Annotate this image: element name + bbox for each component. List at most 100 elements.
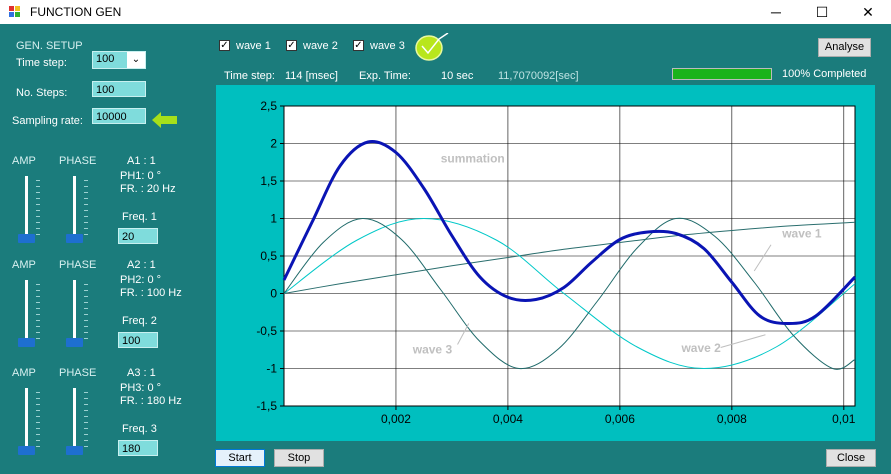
wave2-checkbox[interactable]: ✓ [286, 40, 297, 51]
y-tick-label: -1,5 [256, 399, 277, 413]
status-time-step-label: Time step: [224, 70, 275, 82]
phase-slider-tick [84, 440, 88, 441]
amp-slider-tick [36, 180, 40, 181]
phase-label: PHASE [59, 259, 97, 271]
phase-slider-tick [84, 228, 88, 229]
amp-slider-tick [36, 398, 40, 399]
wave1-checkbox[interactable]: ✓ [219, 40, 230, 51]
time-step-selected-value: 100 [96, 53, 115, 65]
phase-slider-track[interactable] [73, 176, 76, 242]
phase-slider-tick [84, 290, 88, 291]
phase-label: PHASE [59, 367, 97, 379]
title-bar: FUNCTION GEN ─ ☐ ✕ [0, 0, 891, 24]
phase-slider-tick [84, 210, 88, 211]
x-tick-label: 0,002 [381, 412, 411, 426]
amp-label: AMP [12, 155, 36, 167]
x-tick-label: 0,01 [832, 412, 856, 426]
freq-input[interactable]: 180 [118, 440, 158, 456]
phase-slider-tick [84, 416, 88, 417]
stop-button[interactable]: Stop [274, 449, 324, 467]
minimize-button[interactable]: ─ [753, 0, 799, 24]
x-tick-label: 0,008 [717, 412, 747, 426]
sampling-rate-input[interactable]: 10000 [92, 108, 146, 124]
amp-slider-tick [36, 222, 40, 223]
amp-slider-tick [36, 410, 40, 411]
phase-slider-tick [84, 302, 88, 303]
amp-slider-tick [36, 290, 40, 291]
amp-slider-tick [36, 320, 40, 321]
frequency-text: FR. : 180 Hz [120, 395, 182, 407]
wave3-label[interactable]: wave 3 [370, 40, 405, 52]
y-tick-label: -1 [266, 362, 277, 376]
amp-slider-tick [36, 314, 40, 315]
phase-slider-tick [84, 392, 88, 393]
amp-slider-tick [36, 210, 40, 211]
chevron-down-icon[interactable]: ⌄ [127, 52, 145, 68]
phase-slider-tick [84, 216, 88, 217]
analyse-button[interactable]: Analyse [818, 38, 871, 57]
waveform-chart: 2,5 2 1,5 1 0,5 0 -0,5 -1 -1,5 0,002 0,004 0,006 0,0… [256, 99, 857, 426]
generator-setup-panel: GEN. SETUP Time step: 100 ⌄ No. Steps: 1… [0, 24, 211, 474]
phase-text: PH3: 0 ° [120, 382, 162, 394]
amp-slider-thumb[interactable] [18, 338, 35, 347]
freq-input[interactable]: 100 [118, 332, 158, 348]
freq-input[interactable]: 20 [118, 228, 158, 244]
amp-slider-tick [36, 198, 40, 199]
amp-slider-track[interactable] [25, 388, 28, 454]
phase-slider-tick [84, 192, 88, 193]
phase-slider-tick [84, 332, 88, 333]
phase-slider-thumb[interactable] [66, 234, 83, 243]
phase-slider-thumb[interactable] [66, 446, 83, 455]
amp-slider-track[interactable] [25, 280, 28, 346]
amp-slider-tick [36, 326, 40, 327]
close-window-button[interactable]: ✕ [845, 0, 891, 24]
time-step-select[interactable]: 100 ⌄ [92, 51, 146, 69]
elapsed-time-value: 11,7070092[sec] [498, 70, 579, 82]
amp-slider-tick [36, 332, 40, 333]
phase-slider-tick [84, 284, 88, 285]
phase-slider-tick [84, 446, 88, 447]
steps-label: No. Steps: [16, 87, 68, 99]
phase-slider-tick [84, 314, 88, 315]
phase-text: PH2: 0 ° [120, 274, 162, 286]
frequency-text: FR. : 100 Hz [120, 287, 182, 299]
status-indicator-icon [415, 33, 449, 61]
phase-slider-tick [84, 326, 88, 327]
window-title: FUNCTION GEN [30, 5, 122, 19]
y-tick-label: 0 [270, 287, 277, 301]
amp-slider-thumb[interactable] [18, 446, 35, 455]
time-step-label: Time step: [16, 57, 67, 69]
amp-slider-tick [36, 422, 40, 423]
amp-label: AMP [12, 367, 36, 379]
start-button[interactable]: Start [215, 449, 265, 467]
phase-slider-track[interactable] [73, 280, 76, 346]
phase-slider-tick [84, 234, 88, 235]
amp-slider-tick [36, 338, 40, 339]
amp-slider-tick [36, 186, 40, 187]
amp-slider-tick [36, 302, 40, 303]
phase-slider-tick [84, 204, 88, 205]
phase-label: PHASE [59, 155, 97, 167]
steps-input[interactable]: 100 [92, 81, 146, 97]
frequency-text: FR. : 20 Hz [120, 183, 176, 195]
wave1-label[interactable]: wave 1 [236, 40, 271, 52]
amp-slider-tick [36, 216, 40, 217]
wave2-label[interactable]: wave 2 [303, 40, 338, 52]
close-button[interactable]: Close [826, 449, 876, 467]
app-icon [9, 6, 21, 18]
phase-slider-tick [84, 398, 88, 399]
amp-slider-track[interactable] [25, 176, 28, 242]
amp-label: AMP [12, 259, 36, 271]
annotation-label: wave 3 [412, 343, 453, 357]
phase-slider-thumb[interactable] [66, 338, 83, 347]
exp-time-label: Exp. Time: [359, 70, 411, 82]
maximize-button[interactable]: ☐ [799, 0, 845, 24]
amp-slider-thumb[interactable] [18, 234, 35, 243]
x-tick-label: 0,004 [493, 412, 523, 426]
phase-slider-track[interactable] [73, 388, 76, 454]
phase-slider-tick [84, 180, 88, 181]
wave3-checkbox[interactable]: ✓ [353, 40, 364, 51]
y-tick-label: 0,5 [260, 249, 277, 263]
amp-slider-tick [36, 192, 40, 193]
amp-slider-tick [36, 204, 40, 205]
